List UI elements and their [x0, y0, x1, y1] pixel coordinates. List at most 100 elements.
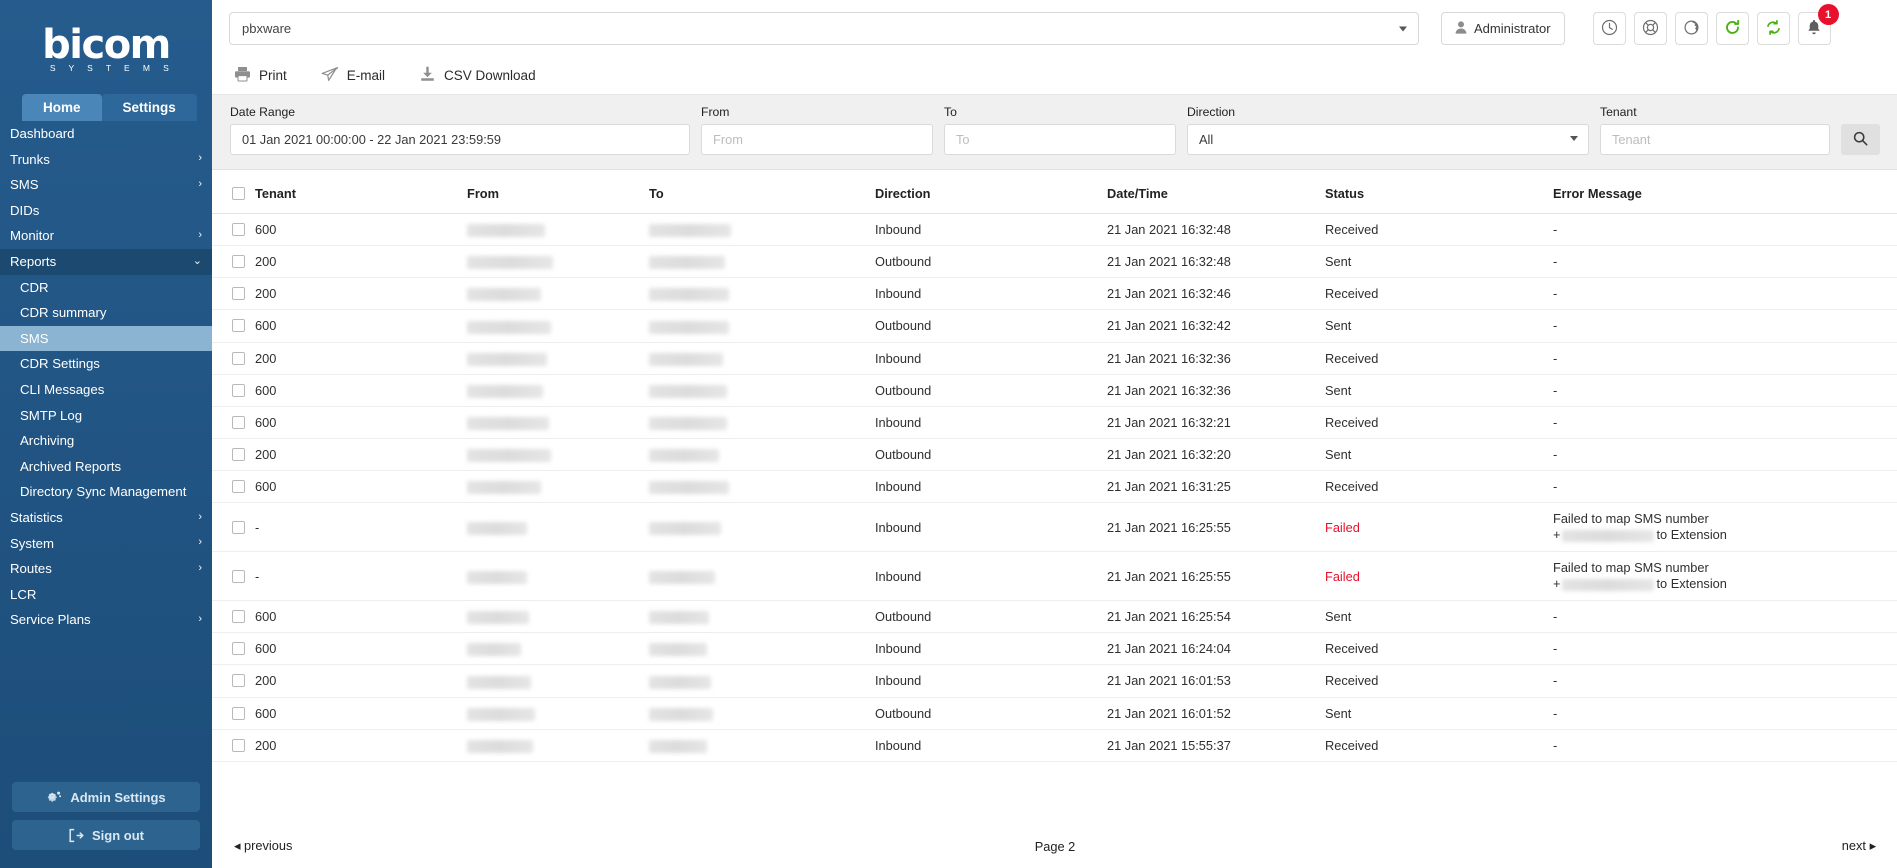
cell-direction: Inbound: [875, 664, 1107, 698]
column-header-error[interactable]: Error Message: [1553, 170, 1897, 214]
table-row[interactable]: 200 Outbound 21 Jan 2021 16:32:48 Sent -: [212, 245, 1897, 279]
sidebar-item-smtp-log[interactable]: SMTP Log: [0, 403, 212, 429]
sidebar-item-statistics[interactable]: Statistics ›: [0, 505, 212, 531]
cell-direction: Outbound: [875, 600, 1107, 634]
globe-icon-button[interactable]: [1674, 12, 1708, 45]
row-checkbox[interactable]: [232, 738, 245, 752]
table-row[interactable]: 600 Outbound 21 Jan 2021 16:32:36 Sent -: [212, 374, 1897, 407]
admin-settings-button[interactable]: Admin Settings: [12, 782, 200, 812]
sidebar-item-sms[interactable]: SMS ›: [0, 172, 212, 198]
cell-status: Received: [1325, 664, 1553, 698]
sidebar-item-sms-report[interactable]: SMS: [0, 325, 212, 352]
sidebar-item-lcr[interactable]: LCR: [0, 582, 212, 608]
column-header-tenant[interactable]: Tenant: [255, 170, 467, 214]
next-page-button[interactable]: next ▸: [1842, 838, 1876, 854]
row-checkbox[interactable]: [232, 223, 245, 237]
from-input[interactable]: From: [701, 124, 933, 155]
column-header-status[interactable]: Status: [1325, 170, 1553, 214]
table-row[interactable]: 600 Outbound 21 Jan 2021 16:32:42 Sent -: [212, 309, 1897, 343]
sidebar-item-routes[interactable]: Routes ›: [0, 556, 212, 582]
from-label: From: [701, 105, 730, 119]
table-row[interactable]: - Inbound 21 Jan 2021 16:25:55 Failed Failed…: [212, 502, 1897, 553]
table-row[interactable]: 200 Outbound 21 Jan 2021 16:32:20 Sent -: [212, 438, 1897, 472]
column-header-direction[interactable]: Direction: [875, 170, 1107, 214]
reload-icon-button[interactable]: [1715, 12, 1749, 45]
server-select-box[interactable]: pbxware: [229, 12, 1419, 45]
previous-page-button[interactable]: ◂ previous: [234, 838, 292, 854]
row-select-cell: [212, 551, 255, 602]
table-row[interactable]: 200 Inbound 21 Jan 2021 15:55:37 Received -: [212, 729, 1897, 762]
sidebar-item-service-plans[interactable]: Service Plans ›: [0, 607, 212, 633]
row-checkbox[interactable]: [232, 255, 245, 269]
row-select-cell: [212, 309, 255, 343]
table-row[interactable]: 600 Inbound 21 Jan 2021 16:31:25 Received -: [212, 470, 1897, 504]
search-button[interactable]: [1841, 124, 1880, 155]
tab-settings[interactable]: Settings: [101, 94, 197, 121]
sidebar-item-archived-reports[interactable]: Archived Reports: [0, 454, 212, 480]
row-checkbox[interactable]: [232, 415, 245, 429]
sidebar-item-dids[interactable]: DIDs: [0, 198, 212, 224]
sidebar-item-trunks[interactable]: Trunks ›: [0, 147, 212, 173]
date-range-input[interactable]: 01 Jan 2021 00:00:00 - 22 Jan 2021 23:59…: [230, 124, 690, 155]
date-range-label: Date Range: [230, 105, 296, 119]
sidebar-item-dashboard[interactable]: Dashboard: [0, 121, 212, 147]
table-header-row: Tenant From To Direction Date/Time Statu…: [212, 170, 1897, 214]
next-label: next: [1841, 838, 1866, 853]
row-checkbox[interactable]: [232, 674, 245, 688]
table-row[interactable]: 200 Inbound 21 Jan 2021 16:32:36 Received -: [212, 342, 1897, 375]
table-row[interactable]: 600 Outbound 21 Jan 2021 16:01:52 Sent -: [212, 697, 1897, 730]
administrator-button[interactable]: Administrator: [1441, 12, 1565, 45]
sidebar-item-monitor[interactable]: Monitor ›: [0, 223, 212, 249]
sidebar-item-system[interactable]: System ›: [0, 531, 212, 557]
select-all-checkbox[interactable]: [232, 187, 245, 200]
row-checkbox[interactable]: [232, 383, 245, 397]
table-row[interactable]: 600 Inbound 21 Jan 2021 16:32:21 Received -: [212, 406, 1897, 439]
sidebar-item-label: Reports: [10, 253, 57, 269]
csv-download-button[interactable]: CSV Download: [419, 66, 536, 85]
error-line-2: + to Extension: [1553, 527, 1897, 543]
row-checkbox[interactable]: [232, 351, 245, 365]
row-checkbox[interactable]: [232, 642, 245, 656]
sign-out-button[interactable]: Sign out: [12, 820, 200, 850]
sidebar-item-reports[interactable]: Reports ⌄: [0, 248, 212, 275]
table-row[interactable]: - Inbound 21 Jan 2021 16:25:55 Failed Failed…: [212, 551, 1897, 602]
table-row[interactable]: 600 Inbound 21 Jan 2021 16:32:48 Received -: [212, 213, 1897, 247]
row-checkbox[interactable]: [232, 569, 245, 583]
direction-select[interactable]: All: [1187, 124, 1589, 155]
sidebar-item-cli-messages[interactable]: CLI Messages: [0, 377, 212, 403]
lifebuoy-icon-button[interactable]: [1633, 12, 1667, 45]
column-header-from[interactable]: From: [467, 170, 649, 214]
sidebar-item-cdr-summary[interactable]: CDR summary: [0, 300, 212, 326]
column-header-datetime[interactable]: Date/Time: [1107, 170, 1325, 214]
topbar-icon-group: 1: [1592, 4, 1839, 45]
row-checkbox[interactable]: [232, 447, 245, 461]
print-button[interactable]: Print: [234, 66, 287, 85]
row-checkbox[interactable]: [232, 319, 245, 333]
tab-home[interactable]: Home: [22, 94, 102, 121]
row-checkbox[interactable]: [232, 610, 245, 624]
tenant-input[interactable]: Tenant: [1600, 124, 1830, 155]
redacted-phone-number: [467, 256, 553, 270]
row-checkbox[interactable]: [232, 706, 245, 720]
sidebar-item-cdr[interactable]: CDR: [0, 275, 212, 301]
cell-error-message: -: [1553, 277, 1897, 311]
sidebar-item-directory-sync-management[interactable]: Directory Sync Management: [0, 479, 212, 505]
column-header-to[interactable]: To: [649, 170, 875, 214]
clock-icon-button[interactable]: [1592, 12, 1626, 45]
to-placeholder: To: [956, 132, 970, 147]
notifications-button[interactable]: 1: [1797, 4, 1839, 45]
table-row[interactable]: 600 Inbound 21 Jan 2021 16:24:04 Received -: [212, 632, 1897, 666]
sync-icon-button[interactable]: [1756, 12, 1790, 45]
table-row[interactable]: 200 Inbound 21 Jan 2021 16:01:53 Received -: [212, 664, 1897, 698]
to-input[interactable]: To: [944, 124, 1176, 155]
sidebar-item-archiving[interactable]: Archiving: [0, 428, 212, 454]
table-row[interactable]: 600 Outbound 21 Jan 2021 16:25:54 Sent -: [212, 600, 1897, 634]
paper-plane-icon: [321, 66, 339, 85]
row-checkbox[interactable]: [232, 287, 245, 301]
email-button[interactable]: E-mail: [321, 66, 385, 85]
sidebar-item-cdr-settings[interactable]: CDR Settings: [0, 351, 212, 377]
row-checkbox[interactable]: [232, 480, 245, 494]
table-row[interactable]: 200 Inbound 21 Jan 2021 16:32:46 Received -: [212, 277, 1897, 311]
server-select[interactable]: pbxware: [229, 12, 1419, 45]
row-checkbox[interactable]: [232, 520, 245, 534]
